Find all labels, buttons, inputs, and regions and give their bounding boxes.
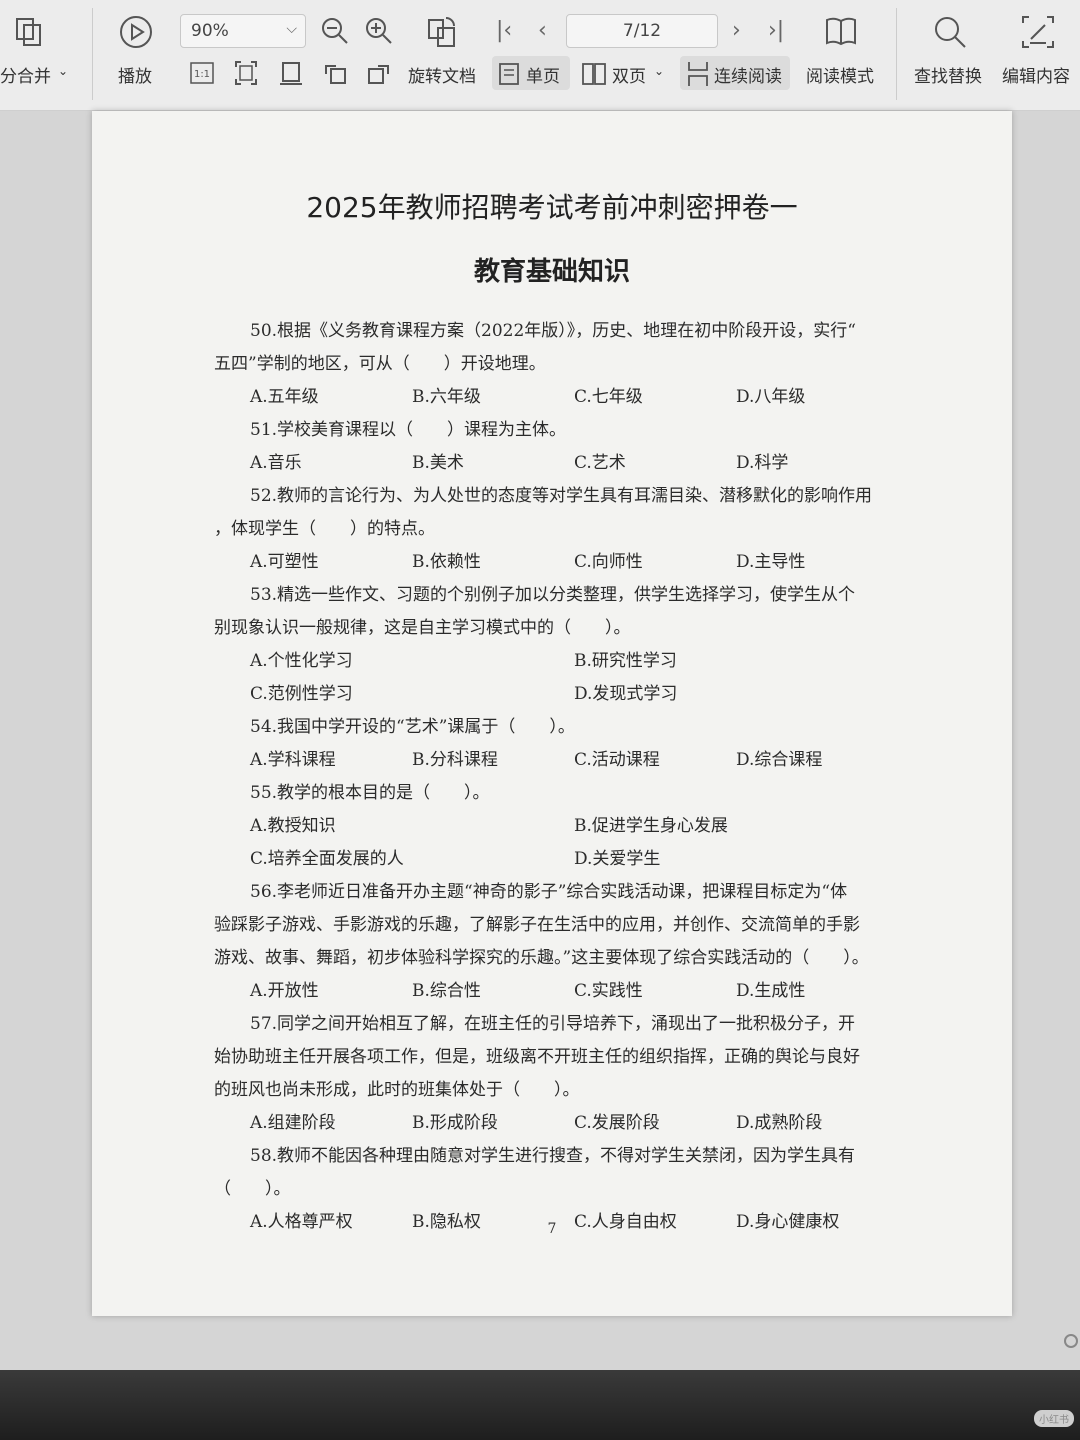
previous-page-icon[interactable]: ‹ (538, 18, 547, 43)
question-line: （ ）。 (214, 1179, 291, 1199)
answer-option: A.五年级 (250, 387, 319, 407)
single-page-icon (499, 63, 519, 85)
answer-option: A.开放性 (250, 981, 319, 1001)
watermark: 小红书 (1034, 1410, 1074, 1427)
answer-option: D.八年级 (736, 387, 806, 407)
answer-option: C.发展阶段 (574, 1113, 660, 1133)
rotate-right-icon[interactable] (366, 60, 392, 86)
next-page-icon[interactable]: › (732, 18, 741, 43)
actual-size-icon[interactable]: 1:1 (190, 62, 214, 84)
question-line: 55.教学的根本目的是（ ）。 (250, 783, 490, 803)
answer-option: B.综合性 (412, 981, 481, 1001)
question-line: 50.根据《义务教育课程方案（2022年版）》，历史、地理在初中阶段开设，实行“ (250, 321, 856, 341)
double-page-icon[interactable] (582, 62, 606, 86)
question-line: 别现象认识一般规律，这是自主学习模式中的（ ）。 (214, 618, 631, 638)
find-replace-label[interactable]: 查找替换 (914, 62, 982, 87)
page-indicator: 7/12 (622, 21, 662, 41)
merge-icon[interactable] (14, 16, 44, 48)
continuous-reading-icon (688, 62, 708, 86)
answer-option: B.分科课程 (412, 750, 498, 770)
question-line: 验踩影子游戏、手影游戏的乐趣，了解影子在生活中的应用，并创作、交流简单的手影 (214, 915, 860, 935)
document-page: 2025年教师招聘考试考前冲刺密押卷一 教育基础知识 50.根据《义务教育课程方… (92, 111, 1012, 1316)
question-line: 51.学校美育课程以（ ）课程为主体。 (250, 420, 567, 440)
zoom-value: 90% (191, 21, 229, 41)
answer-option: C.艺术 (574, 453, 626, 473)
answer-option: D.发现式学习 (574, 684, 678, 704)
answer-option: C.范例性学习 (250, 684, 353, 704)
answer-option: A.学科课程 (250, 750, 336, 770)
question-line: 的班风也尚未形成，此时的班集体处于（ ）。 (214, 1080, 580, 1100)
answer-option: B.研究性学习 (574, 651, 677, 671)
page-number: 7 (547, 1221, 557, 1237)
answer-option: C.培养全面发展的人 (250, 849, 404, 869)
answer-option: C.七年级 (574, 387, 643, 407)
answer-option: B.依赖性 (412, 552, 481, 572)
continuous-reading-label: 连续阅读 (714, 67, 782, 87)
answer-option: D.科学 (736, 453, 789, 473)
merge-label[interactable]: 分合并 (0, 62, 51, 87)
settings-icon (1064, 1334, 1078, 1348)
answer-option: D.成熟阶段 (736, 1113, 823, 1133)
question-line: 始协助班主任开展各项工作，但是，班级离不开班主任的组织指挥，正确的舆论与良好 (214, 1047, 860, 1067)
answer-option: D.主导性 (736, 552, 806, 572)
play-label[interactable]: 播放 (118, 62, 152, 87)
answer-option: D.生成性 (736, 981, 806, 1001)
answer-option: A.个性化学习 (250, 651, 353, 671)
document-title: 2025年教师招聘考试考前冲刺密押卷一 (306, 191, 798, 224)
rotate-document-icon[interactable] (424, 14, 460, 50)
monitor-bezel (0, 1370, 1080, 1440)
question-line: 52.教师的言论行为、为人处世的态度等对学生具有耳濡目染、潜移默化的影响作用 (250, 486, 873, 506)
fit-width-icon[interactable] (278, 60, 304, 86)
answer-option: B.六年级 (412, 387, 481, 407)
answer-option: D.综合课程 (736, 750, 823, 770)
first-page-icon[interactable]: |‹ (496, 18, 512, 43)
document-subtitle: 教育基础知识 (473, 257, 630, 287)
zoom-in-icon[interactable] (364, 16, 394, 46)
play-icon[interactable] (118, 14, 154, 50)
toolbar: 分合并 ⌄ 播放 90% ⌵ 1:1 旋转文档 |‹ ‹ 7/12 › ›| 单… (0, 0, 1080, 111)
question-line: 56.李老师近日准备开办主题“神奇的影子”综合实践活动课，把课程目标定为“体 (250, 882, 848, 902)
app-window: 分合并 ⌄ 播放 90% ⌵ 1:1 旋转文档 |‹ ‹ 7/12 › ›| 单… (0, 0, 1080, 1370)
zoom-out-icon[interactable] (320, 16, 350, 46)
answer-option: A.音乐 (250, 453, 302, 473)
rotate-document-label[interactable]: 旋转文档 (408, 62, 476, 87)
svg-text:1:1: 1:1 (194, 69, 210, 80)
answer-option: A.组建阶段 (250, 1113, 336, 1133)
question-line: 58.教师不能因各种理由随意对学生进行搜查，不得对学生关禁闭，因为学生具有 (250, 1146, 856, 1166)
chevron-down-icon: ⌵ (286, 21, 297, 37)
answer-option: B.美术 (412, 453, 464, 473)
edit-content-icon[interactable] (1020, 14, 1056, 50)
document-viewport[interactable]: 2025年教师招聘考试考前冲刺密押卷一 教育基础知识 50.根据《义务教育课程方… (0, 111, 1080, 1370)
answer-option: D.关爱学生 (574, 849, 661, 869)
search-icon[interactable] (932, 14, 968, 50)
page-number-field[interactable]: 7/12 (566, 14, 718, 48)
fit-page-icon[interactable] (234, 60, 258, 86)
answer-option: C.活动课程 (574, 750, 660, 770)
answer-option: B.形成阶段 (412, 1113, 498, 1133)
double-page-label[interactable]: 双页 (612, 62, 646, 87)
answer-option: B.促进学生身心发展 (574, 816, 728, 836)
reading-mode-label[interactable]: 阅读模式 (806, 62, 874, 87)
question-line: 五四”学制的地区，可从（ ）开设地理。 (214, 354, 546, 374)
question-line: 53.精选一些作文、习题的个别例子加以分类整理，供学生选择学习，使学生从个 (250, 585, 856, 605)
rotate-left-icon[interactable] (322, 60, 348, 86)
answer-option: C.向师性 (574, 552, 643, 572)
answer-option: A.教授知识 (250, 816, 336, 836)
chevron-down-icon[interactable]: ⌄ (654, 64, 664, 78)
question-line: ，体现学生（ ）的特点。 (214, 519, 435, 539)
zoom-select[interactable]: 90% ⌵ (180, 14, 306, 48)
question-line: 57.同学之间开始相互了解，在班主任的引导培养下，涌现出了一批积极分子，开 (250, 1014, 856, 1034)
single-page-label: 单页 (526, 67, 560, 87)
question-line: 游戏、故事、舞蹈，初步体验科学探究的乐趣。”这主要体现了综合实践活动的（ ）。 (214, 948, 869, 968)
reading-mode-icon[interactable] (824, 14, 858, 48)
answer-option: A.可塑性 (250, 552, 319, 572)
last-page-icon[interactable]: ›| (768, 18, 784, 43)
answer-option: C.实践性 (574, 981, 643, 1001)
chevron-down-icon[interactable]: ⌄ (58, 64, 68, 78)
edit-content-label[interactable]: 编辑内容 (1002, 62, 1070, 87)
question-line: 54.我国中学开设的“艺术”课属于（ ）。 (250, 717, 575, 737)
